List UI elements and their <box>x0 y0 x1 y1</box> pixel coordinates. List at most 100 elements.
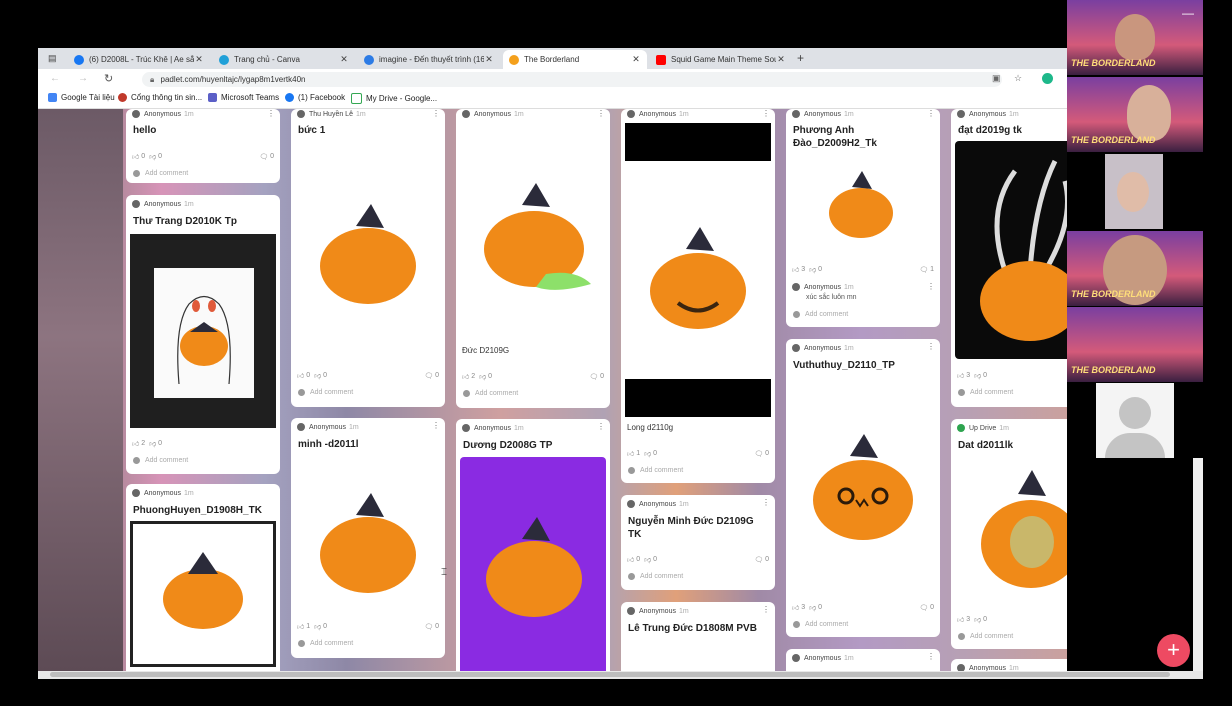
more-icon[interactable]: ⋮ <box>762 605 770 614</box>
close-icon[interactable]: ✕ <box>339 54 349 65</box>
add-comment[interactable]: Add comment <box>793 621 848 628</box>
close-icon[interactable]: ✕ <box>194 54 204 65</box>
dislike-icon[interactable]: 👎︎ <box>644 449 651 458</box>
tab-search-icon[interactable]: ▤ <box>48 53 57 64</box>
like-icon[interactable]: 👍︎ <box>792 265 799 274</box>
tab-the-borderland[interactable]: The Borderland ✕ <box>503 50 647 69</box>
post-card[interactable]: Anonymous 1m Thư Trang D2010K Tp 👍︎ 2 👎︎ … <box>126 195 280 474</box>
add-comment[interactable]: Add comment <box>958 389 1013 396</box>
more-icon[interactable]: ⋮ <box>927 652 935 661</box>
more-icon[interactable]: ⋮ <box>762 109 770 118</box>
like-icon[interactable]: 👍︎ <box>627 449 634 458</box>
more-icon[interactable]: ⋮ <box>927 342 935 351</box>
add-comment[interactable]: Add comment <box>628 467 683 474</box>
extension-icon[interactable] <box>1042 73 1053 84</box>
post-card[interactable]: Anonymous 1m PhuongHuyen_D1908H_TK <box>126 484 280 678</box>
close-icon[interactable]: ✕ <box>484 54 494 65</box>
dislike-icon[interactable]: 👎︎ <box>314 622 321 631</box>
more-icon[interactable]: ⋮ <box>267 109 275 118</box>
participant-tile[interactable] <box>1067 154 1203 229</box>
bookmark-google-docs[interactable]: Google Tài liệu <box>48 93 115 102</box>
bookmark-facebook[interactable]: (1) Facebook <box>285 93 345 102</box>
post-card[interactable]: Anonymous 1m ⋮ Đức D2109G 👍︎ 2 👎︎ 0 🗨︎ 0 A… <box>456 109 610 408</box>
add-comment[interactable]: Add comment <box>958 633 1013 640</box>
comment-icon[interactable]: 🗨︎ <box>754 556 763 564</box>
like-icon[interactable]: 👍︎ <box>132 439 139 448</box>
forward-icon[interactable]: → <box>78 73 88 84</box>
tab-facebook[interactable]: (6) D2008L - Trúc Khê | Ae sẵn sà✕ <box>68 50 210 69</box>
more-icon[interactable]: ⋮ <box>432 421 440 430</box>
add-comment[interactable]: Add comment <box>298 389 353 396</box>
like-icon[interactable]: 👍︎ <box>297 371 304 380</box>
bookmark-drive[interactable]: My Drive - Google... <box>351 93 437 104</box>
add-comment[interactable]: Add comment <box>133 457 188 464</box>
tab-imagine[interactable]: imagine - Đến thuyết trình (169) ✕ <box>358 50 500 69</box>
more-icon[interactable]: ⋮ <box>927 282 935 291</box>
post-card[interactable]: Thu Huyền Lê 1m ⋮ bức 1 👍︎ 0 👎︎ 0 🗨︎ 0 Add… <box>291 109 445 407</box>
comment-icon[interactable]: 🗨︎ <box>424 372 433 380</box>
vertical-scrollbar[interactable] <box>1193 458 1203 671</box>
add-comment[interactable]: Add comment <box>463 390 518 397</box>
more-icon[interactable]: ⋮ <box>762 498 770 507</box>
new-tab-button[interactable]: + <box>797 51 804 65</box>
add-comment[interactable]: Add comment <box>628 573 683 580</box>
comment-icon[interactable]: 🗨︎ <box>919 604 928 612</box>
post-card[interactable]: Anonymous 1m ⋮ minh -d2011l 👍︎ 1 👎︎ 0 🗨︎ 0… <box>291 418 445 658</box>
like-icon[interactable]: 👍︎ <box>627 555 634 564</box>
padlet-board[interactable]: Anonymous 1m ⋮ hello 👍︎ 0 👎︎ 0 🗨︎ 0 Add co… <box>38 109 1067 678</box>
participant-tile[interactable]: THE BORDERLAND <box>1067 307 1203 382</box>
more-icon[interactable]: ⋮ <box>432 109 440 118</box>
like-icon[interactable]: 👍︎ <box>957 371 964 380</box>
add-comment[interactable]: Add comment <box>793 311 848 318</box>
post-card[interactable]: Anonymous 1m ⋮ Dương D2008G TP <box>456 419 610 678</box>
tab-canva[interactable]: Trang chủ - Canva ✕ <box>213 50 355 69</box>
add-comment[interactable]: Add comment <box>298 640 353 647</box>
post-card[interactable]: Anonymous 1m ⋮ Long d2110g 👍︎ 1 👎︎ 0 🗨︎ 0 … <box>621 109 775 483</box>
like-icon[interactable]: 👍︎ <box>132 152 139 161</box>
horizontal-scrollbar[interactable] <box>38 671 1203 679</box>
dislike-icon[interactable]: 👎︎ <box>149 152 156 161</box>
dislike-icon[interactable]: 👎︎ <box>644 555 651 564</box>
bookmark-star-icon[interactable]: ☆ <box>1014 73 1022 84</box>
dislike-icon[interactable]: 👎︎ <box>479 372 486 381</box>
comment-icon[interactable]: 🗨︎ <box>259 153 268 161</box>
close-icon[interactable]: ✕ <box>631 54 641 65</box>
post-card[interactable]: Anonymous 1m ⋮ Vuthuthuy_D2110_TP 👍︎ 3 👎︎… <box>786 339 940 637</box>
dislike-icon[interactable]: 👎︎ <box>809 603 816 612</box>
minimize-button[interactable]: — <box>1182 6 1194 20</box>
like-icon[interactable]: 👍︎ <box>462 372 469 381</box>
comment-icon[interactable]: 🗨︎ <box>424 623 433 631</box>
post-card[interactable]: Anonymous 1m ⋮ Nguyễn Minh Đức D2109G TK … <box>621 495 775 590</box>
dislike-icon[interactable]: 👎︎ <box>974 615 981 624</box>
add-post-button[interactable]: + <box>1157 634 1190 667</box>
scrollbar-thumb[interactable] <box>50 672 1170 677</box>
post-card[interactable]: Anonymous1m ⋮ đạt d2019g tk 👍︎ 3 👎︎ 0 Ad… <box>951 109 1067 407</box>
like-icon[interactable]: 👍︎ <box>792 603 799 612</box>
post-card[interactable]: Anonymous 1m ⋮ hello 👍︎ 0 👎︎ 0 🗨︎ 0 Add co… <box>126 109 280 183</box>
bookmark-portal[interactable]: Cổng thông tin sin... <box>118 93 202 102</box>
bookmark-teams[interactable]: Microsoft Teams <box>208 93 279 102</box>
post-card[interactable]: Anonymous 1m ⋮ Lê Trung Đức D1808M PVB <box>621 602 775 678</box>
participant-tile[interactable]: THE BORDERLAND <box>1067 231 1203 306</box>
dislike-icon[interactable]: 👎︎ <box>809 265 816 274</box>
dislike-icon[interactable]: 👎︎ <box>974 371 981 380</box>
add-comment[interactable]: Add comment <box>133 170 188 177</box>
tab-squid-game[interactable]: Squid Game Main Theme Sound ✕ <box>650 50 792 69</box>
back-icon[interactable]: ← <box>50 73 60 84</box>
install-icon[interactable]: ▣ <box>992 73 1001 84</box>
comment-icon[interactable]: 🗨︎ <box>754 450 763 458</box>
like-icon[interactable]: 👍︎ <box>297 622 304 631</box>
reload-icon[interactable]: ↻ <box>104 72 113 85</box>
post-card[interactable]: Anonymous 1m ⋮ Phương Anh Đào_D2009H2_Tk … <box>786 109 940 327</box>
like-icon[interactable]: 👍︎ <box>957 615 964 624</box>
dislike-icon[interactable]: 👎︎ <box>314 371 321 380</box>
dislike-icon[interactable]: 👎︎ <box>149 439 156 448</box>
more-icon[interactable]: ⋮ <box>597 109 605 118</box>
more-icon[interactable]: ⋮ <box>597 422 605 431</box>
comment-icon[interactable]: 🗨︎ <box>919 266 928 274</box>
post-card[interactable]: Up Drive1m ⋮ Dat d2011lk 👍︎ 3 👎︎ 0🗨︎ 0 A… <box>951 419 1067 649</box>
more-icon[interactable]: ⋮ <box>927 109 935 118</box>
comment-icon[interactable]: 🗨︎ <box>589 373 598 381</box>
participant-tile[interactable]: THE BORDERLAND <box>1067 77 1203 152</box>
participant-tile[interactable] <box>1067 383 1203 458</box>
